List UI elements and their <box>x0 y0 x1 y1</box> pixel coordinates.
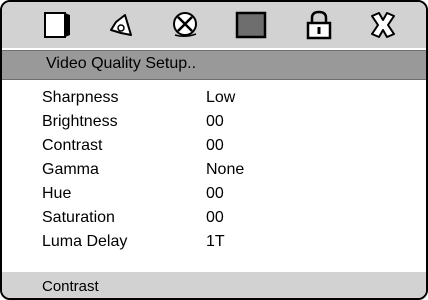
status-bar: Contrast <box>2 272 426 298</box>
icon-toolbar <box>2 2 426 48</box>
settings-list: Sharpness Low Brightness 00 Contrast 00 … <box>2 80 426 272</box>
setting-value[interactable]: 00 <box>206 137 224 155</box>
setting-label: Gamma <box>42 161 99 178</box>
setting-row-contrast[interactable]: Contrast 00 <box>2 134 426 158</box>
setting-label: Saturation <box>42 209 115 226</box>
setting-value[interactable]: 1T <box>206 233 225 251</box>
setting-label: Sharpness <box>42 89 119 106</box>
setting-row-brightness[interactable]: Brightness 00 <box>2 110 426 134</box>
menu-title: Video Quality Setup.. <box>46 55 197 72</box>
setting-row-hue[interactable]: Hue 00 <box>2 182 426 206</box>
osd-menu-frame: Video Quality Setup.. Sharpness Low Brig… <box>0 0 428 300</box>
padlock-icon[interactable] <box>302 9 336 41</box>
setting-row-gamma[interactable]: Gamma None <box>2 158 426 182</box>
setting-label: Brightness <box>42 113 118 130</box>
video-disc-icon[interactable] <box>168 9 202 41</box>
menu-title-bar: Video Quality Setup.. <box>2 50 426 80</box>
square-window-icon[interactable] <box>234 9 268 41</box>
setting-label: Contrast <box>42 137 103 154</box>
setting-row-luma-delay[interactable]: Luma Delay 1T <box>2 230 426 254</box>
setting-row-sharpness[interactable]: Sharpness Low <box>2 86 426 110</box>
setting-value[interactable]: 00 <box>206 209 224 227</box>
setting-value[interactable]: 00 <box>206 113 224 131</box>
setting-row-saturation[interactable]: Saturation 00 <box>2 206 426 230</box>
setting-label: Hue <box>42 185 72 202</box>
tv-icon[interactable] <box>40 9 74 41</box>
setting-value[interactable]: Low <box>206 89 235 107</box>
setting-label: Luma Delay <box>42 233 128 250</box>
setting-value[interactable]: None <box>206 161 244 179</box>
exit-icon[interactable] <box>366 9 400 41</box>
status-text: Contrast <box>42 278 99 295</box>
setting-value[interactable]: 00 <box>206 185 224 203</box>
speaker-icon[interactable] <box>104 9 138 41</box>
